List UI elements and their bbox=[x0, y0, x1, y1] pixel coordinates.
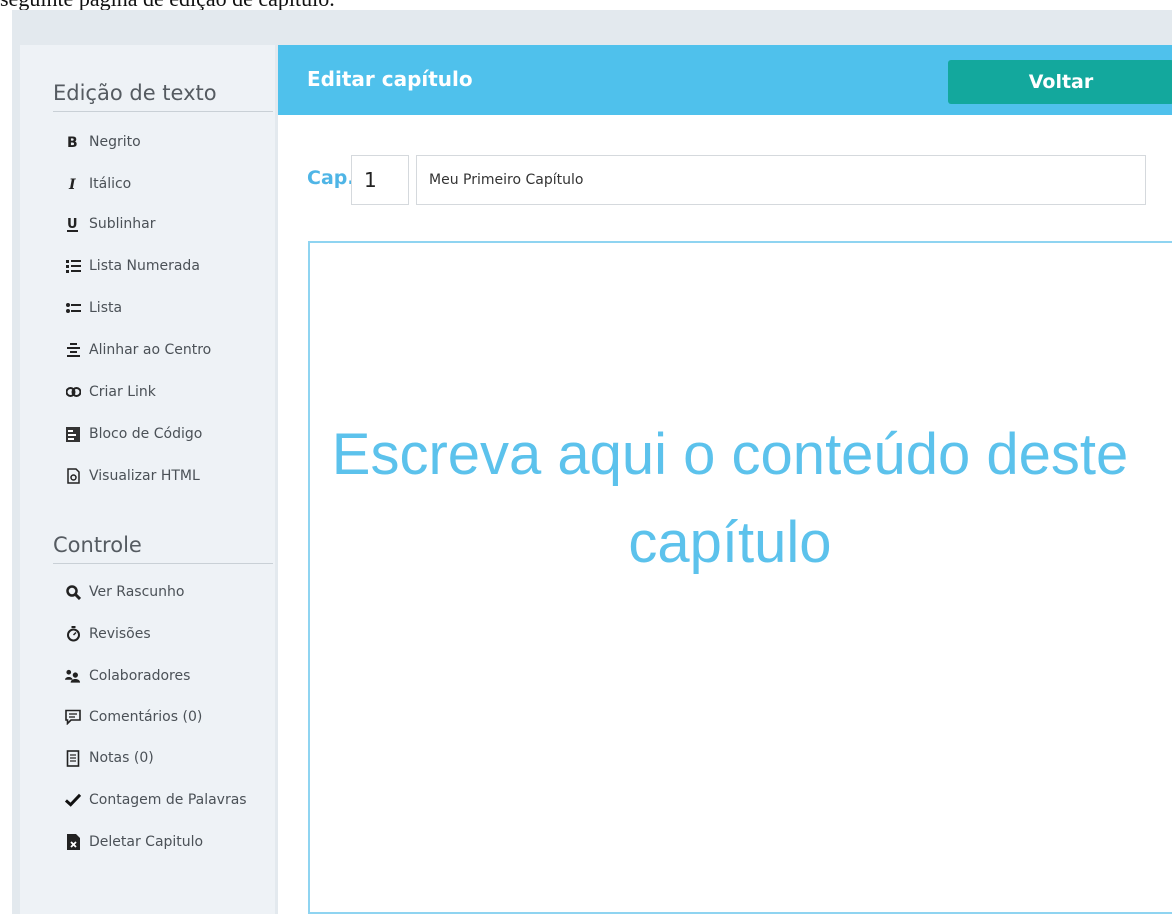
sidebar-item-code-block[interactable]: Bloco de Código bbox=[65, 419, 275, 449]
numbered-list-icon bbox=[65, 257, 81, 275]
section-title-text-editing: Edição de texto bbox=[53, 81, 217, 105]
sidebar-item-numbered-list[interactable]: Lista Numerada bbox=[65, 251, 275, 281]
sidebar-item-notes[interactable]: Notas (0) bbox=[65, 743, 275, 773]
sidebar-item-label: Lista bbox=[89, 300, 123, 316]
italic-icon: I bbox=[65, 175, 81, 193]
page-header: Editar capítulo Voltar bbox=[278, 45, 1172, 115]
page-title: Editar capítulo bbox=[307, 67, 473, 91]
notes-icon bbox=[65, 749, 81, 767]
sidebar-item-label: Deletar Capitulo bbox=[89, 834, 204, 850]
search-icon bbox=[65, 583, 81, 601]
users-icon bbox=[65, 667, 81, 685]
delete-file-icon bbox=[65, 833, 81, 851]
sidebar-item-view-draft[interactable]: Ver Rascunho bbox=[65, 577, 275, 607]
sidebar-item-delete-chapter[interactable]: Deletar Capitulo bbox=[65, 827, 275, 857]
underline-icon: U bbox=[65, 215, 81, 233]
sidebar-item-label: Criar Link bbox=[89, 384, 156, 400]
sidebar-item-word-count[interactable]: Contagem de Palavras bbox=[65, 785, 275, 815]
chapter-title-input[interactable] bbox=[416, 155, 1146, 205]
sidebar: Edição de texto B Negrito I Itálico U Su… bbox=[20, 45, 275, 914]
view-html-icon bbox=[65, 467, 81, 485]
sidebar-item-create-link[interactable]: Criar Link bbox=[65, 377, 275, 407]
sidebar-item-label: Bloco de Código bbox=[89, 426, 203, 442]
sidebar-item-collaborators[interactable]: Colaboradores bbox=[65, 661, 275, 691]
sidebar-item-view-html[interactable]: Visualizar HTML bbox=[65, 461, 275, 491]
timer-icon bbox=[65, 625, 81, 643]
section-title-control: Controle bbox=[53, 533, 142, 557]
editor-placeholder: Escreva aqui o conteúdo deste capítulo bbox=[331, 422, 1129, 575]
sidebar-item-label: Comentários (0) bbox=[89, 709, 203, 725]
main-panel: Editar capítulo Voltar Cap. Escreva aqui… bbox=[278, 45, 1172, 914]
sidebar-item-bold[interactable]: B Negrito bbox=[65, 127, 275, 157]
align-center-icon bbox=[65, 341, 81, 359]
bold-icon: B bbox=[65, 133, 81, 151]
sidebar-item-label: Sublinhar bbox=[89, 216, 156, 232]
checkmark-icon bbox=[65, 791, 81, 809]
sidebar-item-italic[interactable]: I Itálico bbox=[65, 169, 275, 199]
sidebar-item-align-center[interactable]: Alinhar ao Centro bbox=[65, 335, 275, 365]
sidebar-item-label: Colaboradores bbox=[89, 668, 191, 684]
svg-text:B: B bbox=[67, 135, 78, 150]
section-divider bbox=[53, 111, 273, 112]
sidebar-item-label: Alinhar ao Centro bbox=[89, 342, 212, 358]
chapter-number-input[interactable] bbox=[351, 155, 409, 205]
code-block-icon bbox=[65, 425, 81, 443]
sidebar-item-label: Lista Numerada bbox=[89, 258, 200, 274]
sidebar-item-label: Contagem de Palavras bbox=[89, 792, 247, 808]
chapter-prefix-label: Cap. bbox=[307, 167, 355, 189]
comment-icon bbox=[65, 708, 81, 726]
chapter-content-editor[interactable]: Escreva aqui o conteúdo deste capítulo bbox=[308, 241, 1172, 914]
section-divider bbox=[53, 563, 273, 564]
sidebar-item-underline[interactable]: U Sublinhar bbox=[65, 209, 275, 239]
sidebar-item-label: Revisões bbox=[89, 626, 151, 642]
bullet-list-icon bbox=[65, 299, 81, 317]
sidebar-item-label: Visualizar HTML bbox=[89, 468, 200, 484]
sidebar-item-label: Negrito bbox=[89, 134, 141, 150]
sidebar-item-label: Ver Rascunho bbox=[89, 584, 185, 600]
sidebar-item-label: Itálico bbox=[89, 176, 132, 192]
sidebar-item-comments[interactable]: Comentários (0) bbox=[65, 702, 275, 732]
sidebar-item-list[interactable]: Lista bbox=[65, 293, 275, 323]
svg-text:I: I bbox=[68, 177, 76, 192]
link-icon bbox=[65, 383, 81, 401]
sidebar-item-revisions[interactable]: Revisões bbox=[65, 619, 275, 649]
sidebar-item-label: Notas (0) bbox=[89, 750, 154, 766]
back-button[interactable]: Voltar bbox=[948, 60, 1172, 104]
svg-text:U: U bbox=[67, 217, 78, 232]
